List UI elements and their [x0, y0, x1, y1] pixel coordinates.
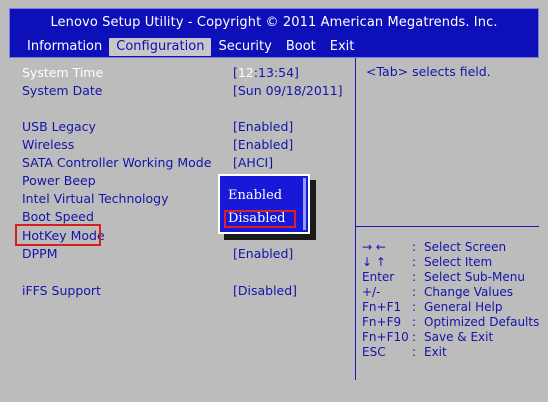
- setting-system-time-value[interactable]: [12:13:54]: [233, 65, 299, 80]
- key-legend-row: Fn+F10: Save & Exit: [362, 330, 494, 344]
- key-plus-minus: +/-: [362, 285, 381, 299]
- key-fn-f9: Fn+F9: [362, 315, 402, 329]
- setting-sata-mode-value[interactable]: [AHCI]: [233, 155, 273, 170]
- setting-system-date-value[interactable]: [Sun 09/18/2011]: [233, 83, 343, 98]
- key-esc: ESC: [362, 345, 386, 359]
- hotkey-mode-annotation: [15, 224, 101, 246]
- option-popup: Enabled Disabled: [218, 174, 310, 234]
- key-arrows-lr: → ←: [362, 240, 386, 254]
- setting-power-beep[interactable]: Power Beep: [22, 173, 96, 188]
- setting-sata-mode[interactable]: SATA Controller Working Mode: [22, 155, 211, 170]
- setting-intel-vt[interactable]: Intel Virtual Technology: [22, 191, 168, 206]
- time-rest: :13:54]: [253, 65, 299, 80]
- tab-security[interactable]: Security: [211, 38, 278, 56]
- tab-configuration[interactable]: Configuration: [109, 38, 212, 56]
- setting-dppm[interactable]: DPPM: [22, 246, 58, 261]
- key-legend-row: Fn+F1: General Help: [362, 300, 503, 314]
- key-legend-row: +/-: Change Values: [362, 285, 513, 299]
- key-legend-row: ESC: Exit: [362, 345, 447, 359]
- setting-iffs-support-value[interactable]: [Disabled]: [233, 283, 297, 298]
- tab-boot[interactable]: Boot: [279, 38, 323, 56]
- popup-option-disabled[interactable]: Disabled: [228, 211, 286, 226]
- key-legend: → ←: Select Screen ↓ ↑: Select Item Enter:…: [362, 240, 539, 360]
- setting-usb-legacy-value[interactable]: [Enabled]: [233, 119, 293, 134]
- help-text: <Tab> selects field.: [366, 64, 491, 79]
- time-hour-field[interactable]: 12: [238, 65, 254, 80]
- bios-title: Lenovo Setup Utility - Copyright © 2011 …: [50, 15, 498, 30]
- menu-tabs: Information Configuration Security Boot …: [20, 38, 361, 56]
- setting-system-date[interactable]: System Date: [22, 83, 102, 98]
- key-legend-row: Fn+F9: Optimized Defaults: [362, 315, 540, 329]
- popup-option-enabled[interactable]: Enabled: [228, 188, 282, 203]
- key-fn-f10: Fn+F10: [362, 330, 409, 344]
- help-panel-separator: [355, 226, 539, 227]
- setting-boot-speed[interactable]: Boot Speed: [22, 209, 94, 224]
- popup-scrollbar[interactable]: [303, 178, 306, 230]
- key-legend-row: → ←: Select Screen: [362, 240, 507, 254]
- tab-information[interactable]: Information: [20, 38, 109, 56]
- setting-dppm-value[interactable]: [Enabled]: [233, 246, 293, 261]
- key-enter: Enter: [362, 270, 395, 284]
- setting-system-time[interactable]: System Time: [22, 65, 103, 80]
- help-panel-divider: [355, 58, 356, 380]
- bios-header: Lenovo Setup Utility - Copyright © 2011 …: [9, 8, 539, 58]
- tab-exit[interactable]: Exit: [323, 38, 362, 56]
- setting-iffs-support[interactable]: iFFS Support: [22, 283, 101, 298]
- setting-wireless[interactable]: Wireless: [22, 137, 74, 152]
- setting-wireless-value[interactable]: [Enabled]: [233, 137, 293, 152]
- key-legend-row: Enter: Select Sub-Menu: [362, 270, 525, 284]
- key-fn-f1: Fn+F1: [362, 300, 402, 314]
- setting-usb-legacy[interactable]: USB Legacy: [22, 119, 96, 134]
- key-legend-row: ↓ ↑: Select Item: [362, 255, 493, 269]
- bios-screen: Lenovo Setup Utility - Copyright © 2011 …: [0, 0, 548, 402]
- key-arrows-ud: ↓ ↑: [362, 255, 386, 269]
